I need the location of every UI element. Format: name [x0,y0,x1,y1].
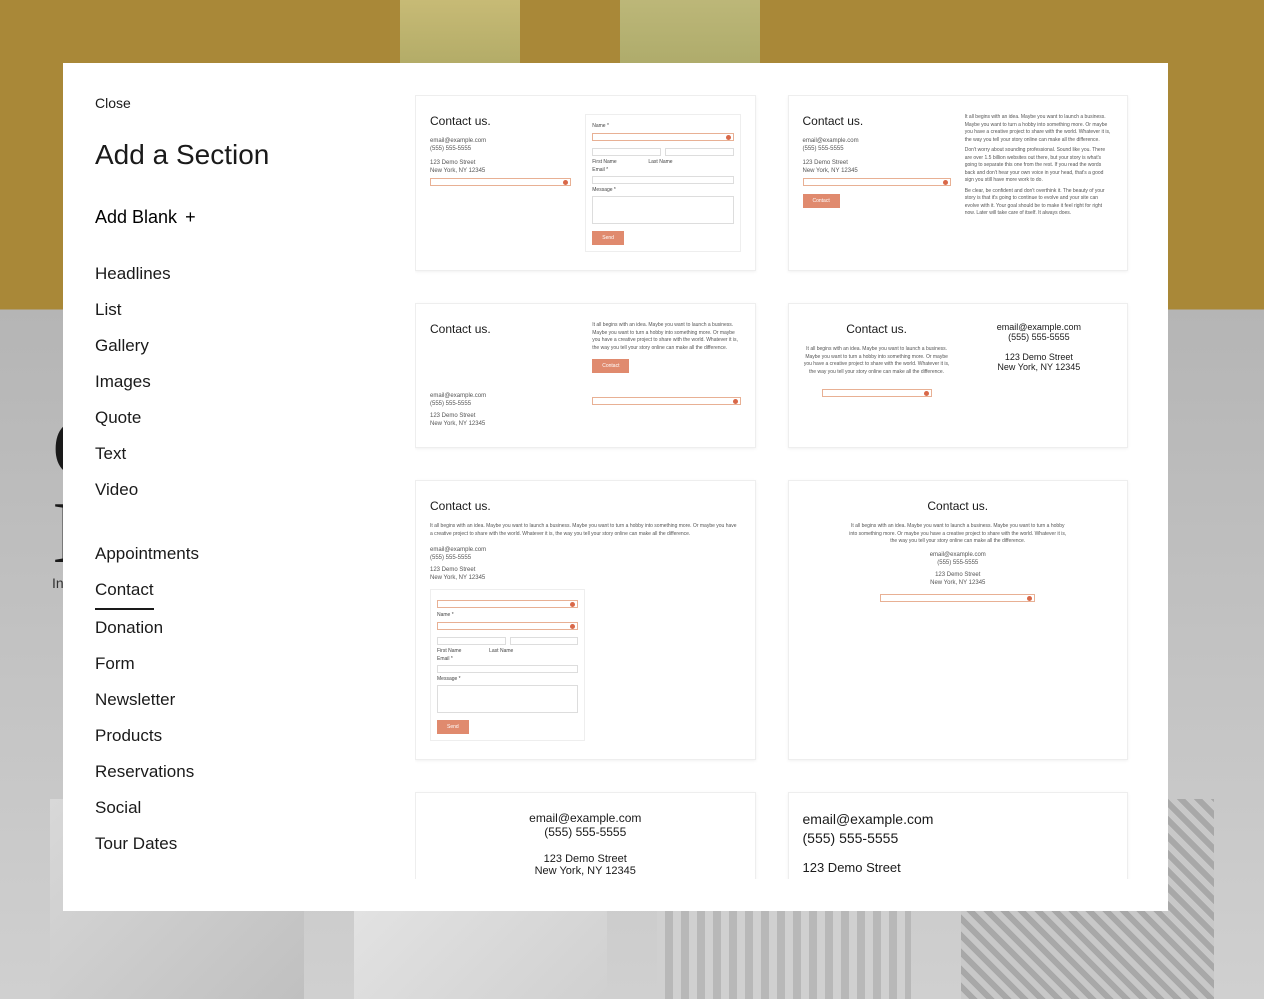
category-group-advanced: Appointments Contact Donation Form Newsl… [95,536,385,862]
cat-social[interactable]: Social [95,790,385,826]
add-blank-button[interactable]: Add Blank + [95,207,385,228]
add-section-modal: Close Add a Section Add Blank + Headline… [63,63,1168,911]
plus-icon: + [185,207,196,228]
cat-tour-dates[interactable]: Tour Dates [95,826,385,862]
tmpl-title: Contact us. [430,114,571,128]
template-contact-full-form[interactable]: Contact us. It all begins with an idea. … [415,480,756,760]
tmpl-phone: (555) 555-5555 [430,146,571,152]
cat-video[interactable]: Video [95,472,385,508]
cat-contact[interactable]: Contact [95,572,154,610]
tmpl-title: Contact us. [803,114,951,128]
cat-text[interactable]: Text [95,436,385,472]
cat-donation[interactable]: Donation [95,610,385,646]
cat-appointments[interactable]: Appointments [95,536,385,572]
template-contact-text-right[interactable]: Contact us. email@example.com (555) 555-… [788,95,1129,271]
tmpl-email: email@example.com [430,138,571,144]
tmpl-addr2: New York, NY 12345 [430,168,571,174]
template-contact-centered-info[interactable]: Contact us. It all begins with an idea. … [788,303,1129,448]
cat-headlines[interactable]: Headlines [95,256,385,292]
cat-form[interactable]: Form [95,646,385,682]
tmpl-email-label: Email * [592,167,733,173]
template-contact-big-centered[interactable]: email@example.com (555) 555-5555 123 Dem… [415,792,756,879]
cat-list[interactable]: List [95,292,385,328]
tmpl-addr1: 123 Demo Street [430,160,571,166]
template-gallery[interactable]: Contact us. email@example.com (555) 555-… [415,95,1136,879]
cat-newsletter[interactable]: Newsletter [95,682,385,718]
tmpl-name-label: Name * [592,123,733,129]
modal-title: Add a Section [95,139,385,171]
cat-gallery[interactable]: Gallery [95,328,385,364]
cat-products[interactable]: Products [95,718,385,754]
tmpl-input [430,178,571,186]
template-contact-centered-stack[interactable]: Contact us. It all begins with an idea. … [788,480,1129,760]
bg-subtext: In [52,575,64,591]
cat-quote[interactable]: Quote [95,400,385,436]
template-contact-form-right[interactable]: Contact us. email@example.com (555) 555-… [415,95,756,271]
close-button[interactable]: Close [95,95,131,111]
modal-sidebar[interactable]: Close Add a Section Add Blank + Headline… [95,95,395,879]
template-contact-text-btn[interactable]: Contact us. It all begins with an idea. … [415,303,756,448]
template-contact-big-left[interactable]: email@example.com (555) 555-5555 123 Dem… [788,792,1129,879]
tmpl-input [592,133,733,141]
tmpl-send-btn: Send [592,231,624,245]
category-group-basic: Headlines List Gallery Images Quote Text… [95,256,385,508]
cat-images[interactable]: Images [95,364,385,400]
tmpl-message-label: Message * [592,187,733,193]
add-blank-label: Add Blank [95,207,177,228]
cat-reservations[interactable]: Reservations [95,754,385,790]
